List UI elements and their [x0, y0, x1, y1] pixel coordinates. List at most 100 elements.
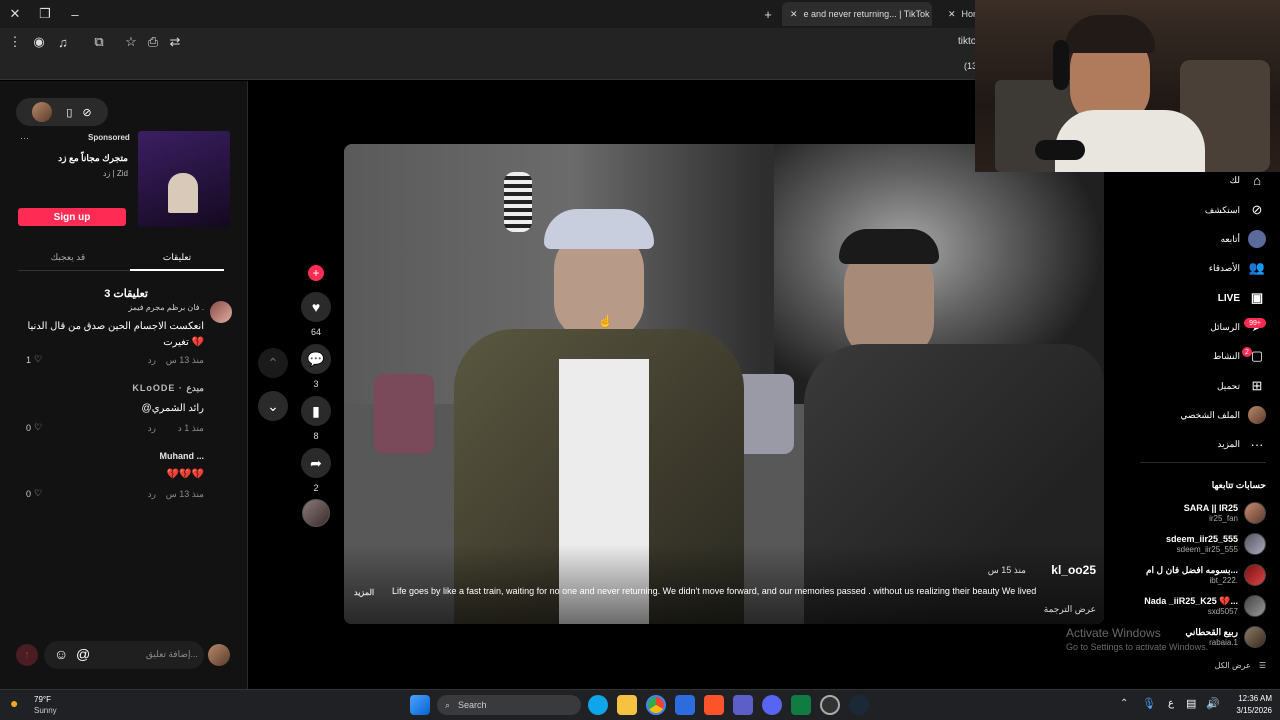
- emoji-icon[interactable]: ☺: [54, 646, 68, 662]
- sun-icon: ●: [10, 695, 19, 711]
- comment-author[interactable]: Muhand ...: [160, 451, 205, 461]
- reply-link[interactable]: رد: [148, 489, 156, 500]
- bookmark-star-icon[interactable]: ☆: [120, 31, 142, 53]
- chrome-icon[interactable]: [646, 695, 666, 715]
- caption-more-link[interactable]: المزيد: [354, 588, 374, 597]
- mention-icon[interactable]: @: [76, 646, 90, 662]
- heart-outline-icon[interactable]: ♡: [34, 422, 42, 433]
- address-bar[interactable]: tikto: [958, 36, 976, 47]
- brave-icon[interactable]: [704, 695, 724, 715]
- phone-icon[interactable]: ▯: [66, 106, 72, 119]
- video-caption: Life goes by like a fast train, waiting …: [392, 586, 1037, 596]
- nav-profile[interactable]: الملف الشخصي: [1180, 405, 1266, 425]
- see-all-link[interactable]: عرض الكل ☰: [1215, 661, 1266, 670]
- excel-icon[interactable]: [791, 695, 811, 715]
- sign-up-button[interactable]: Sign up: [18, 208, 126, 226]
- reply-link[interactable]: رد: [148, 355, 156, 366]
- menu-dots-icon[interactable]: ⋮: [4, 31, 26, 53]
- profile-icon[interactable]: ◉: [28, 31, 50, 53]
- media-icon[interactable]: ♫: [52, 31, 74, 53]
- comment-input[interactable]: ☺ @ إضافة تعليق...: [44, 641, 204, 669]
- nav-label: الملف الشخصي: [1180, 409, 1240, 420]
- avatar[interactable]: [210, 301, 232, 323]
- ad-more-icon[interactable]: ···: [20, 133, 29, 143]
- comment-button[interactable]: 💬: [301, 344, 331, 374]
- tab-you-may-like[interactable]: قد يعجبك: [18, 245, 118, 271]
- post-arrow-icon[interactable]: ↑: [16, 644, 38, 666]
- account-switcher[interactable]: ▯ ⊘: [16, 98, 108, 126]
- video-player[interactable]: kl_oo25 منذ 15 س Life goes by like a fas…: [344, 144, 1104, 624]
- following-name: SARA || IR25: [1183, 503, 1238, 513]
- nav-more[interactable]: المزيد ···: [1217, 434, 1266, 454]
- windows-taskbar: ● 79°F Sunny ⌕ Search ⌃ 🎙 ع ▤ 🔊 12:36 AM…: [0, 689, 1280, 720]
- heart-outline-icon[interactable]: ♡: [34, 354, 42, 365]
- next-video-button[interactable]: ⌄: [258, 391, 288, 421]
- restore-window-icon[interactable]: ❐: [34, 3, 56, 25]
- save-count: 8: [313, 431, 319, 441]
- comment-icon: 💬: [307, 350, 325, 367]
- ad-image[interactable]: [138, 131, 230, 227]
- more-icon: ···: [1250, 436, 1264, 452]
- nav-explore[interactable]: استكشف ⊘: [1205, 200, 1266, 220]
- reply-link[interactable]: رد: [148, 423, 156, 434]
- github-icon[interactable]: [820, 695, 840, 715]
- taskbar-search[interactable]: ⌕ Search: [437, 695, 581, 715]
- nav-for-you[interactable]: لك ⌂: [1230, 170, 1266, 190]
- person-right-hair: [839, 229, 939, 264]
- windows-start-icon[interactable]: [410, 695, 430, 715]
- previous-video-button[interactable]: ⌃: [258, 348, 288, 378]
- following-account[interactable]: بسومه افضل فان ل ام... ibt_222.: [1116, 563, 1266, 587]
- new-tab-icon[interactable]: +: [757, 3, 779, 25]
- translate-link[interactable]: عرض الترجمة: [1044, 604, 1096, 615]
- clock-time[interactable]: 12:36 AM: [1230, 694, 1272, 703]
- comment-author[interactable]: فان برظم مجرم فيمز .: [128, 303, 204, 312]
- watermark-title: Activate Windows: [1066, 626, 1161, 640]
- volume-icon[interactable]: 🔊: [1206, 697, 1220, 710]
- close-window-icon[interactable]: ✕: [4, 3, 26, 25]
- store-icon[interactable]: [675, 695, 695, 715]
- file-explorer-icon[interactable]: [617, 695, 637, 715]
- compass-icon[interactable]: ⊘: [82, 106, 91, 119]
- nav-upload[interactable]: تحميل ⊞: [1217, 376, 1266, 396]
- share-button[interactable]: ➦: [301, 448, 331, 478]
- music-disc-avatar[interactable]: [302, 499, 330, 527]
- minimize-window-icon[interactable]: –: [64, 3, 86, 25]
- microphone-icon[interactable]: 🎙: [1142, 697, 1156, 710]
- tab-comments[interactable]: تعليقات: [130, 245, 224, 271]
- tab-tiktok[interactable]: ✕ e and never returning... | TikTok: [782, 2, 932, 26]
- following-account[interactable]: Nada _iiR25_K25 💔... sxd5057: [1116, 594, 1266, 618]
- chevron-up-icon[interactable]: ⌃: [1120, 698, 1128, 709]
- extensions-icon[interactable]: ⧉: [88, 31, 110, 53]
- following-handle: rabaia.1: [1209, 638, 1238, 647]
- close-tab-icon[interactable]: ✕: [948, 9, 956, 20]
- follow-plus-icon[interactable]: +: [308, 265, 324, 281]
- language-indicator[interactable]: ع: [1168, 698, 1174, 709]
- network-icon[interactable]: ▤: [1186, 697, 1196, 710]
- following-header: حسابات تتابعها: [1211, 480, 1266, 490]
- video-author[interactable]: kl_oo25: [1051, 563, 1096, 577]
- following-account[interactable]: SARA || IR25 ir25_fan: [1116, 501, 1266, 525]
- weather-widget[interactable]: ●: [10, 695, 30, 715]
- discord-icon[interactable]: [762, 695, 782, 715]
- nav-live[interactable]: LIVE ▣: [1218, 288, 1266, 308]
- nav-following[interactable]: أتابعه: [1221, 229, 1266, 249]
- save-button[interactable]: ▮: [301, 396, 331, 426]
- comment-item: KLoODE · مبدع @رائد الشمري منذ 1 د رد 0 …: [18, 383, 232, 439]
- steam-icon[interactable]: [849, 695, 869, 715]
- close-tab-icon[interactable]: ✕: [790, 9, 798, 20]
- edge-icon[interactable]: [588, 695, 608, 715]
- nav-friends[interactable]: الأصدقاء 👥: [1209, 258, 1266, 278]
- nav-activity[interactable]: النشاط ▢: [1213, 346, 1266, 366]
- heart-icon: ♥: [311, 299, 321, 315]
- following-handle: sxd5057: [1207, 607, 1238, 616]
- translate-icon[interactable]: ⇄: [164, 31, 186, 53]
- comment-author[interactable]: KLoODE · مبدع: [132, 383, 204, 394]
- heart-outline-icon[interactable]: ♡: [34, 488, 42, 499]
- person-left-cap: [544, 209, 654, 249]
- screenshot-icon[interactable]: ⎙: [142, 31, 164, 53]
- following-account[interactable]: sdeem_iir25_555 sdeem_iir25_555: [1116, 532, 1266, 556]
- tab-home[interactable]: ✕ Hon: [940, 2, 980, 26]
- teams-icon[interactable]: [733, 695, 753, 715]
- like-button[interactable]: ♥: [301, 292, 331, 322]
- clock-date[interactable]: 3/15/2026: [1222, 706, 1272, 715]
